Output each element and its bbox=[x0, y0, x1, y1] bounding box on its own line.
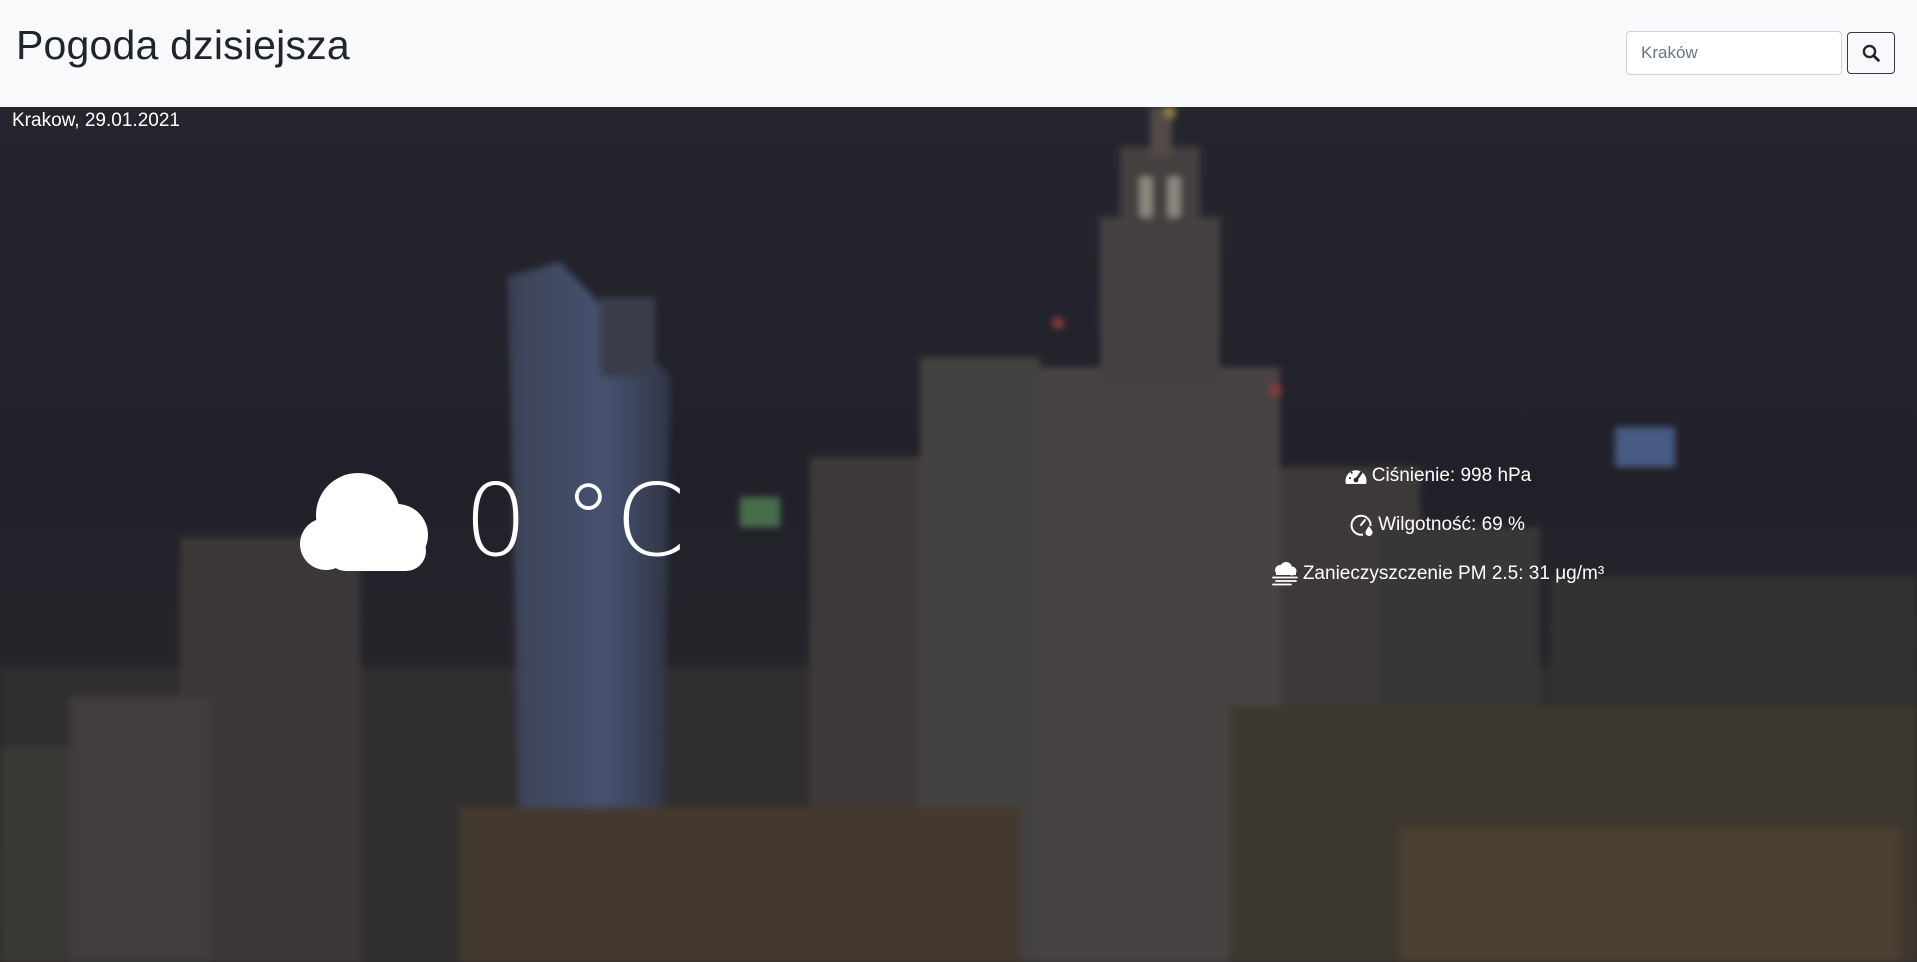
pressure-text: Ciśnienie: 998 hPa bbox=[1371, 465, 1532, 486]
page-title: Pogoda dzisiejsza bbox=[16, 22, 350, 68]
temperature-value: 0 °C bbox=[464, 462, 688, 579]
humidity-text: Wilgotność: 69 % bbox=[1378, 514, 1525, 535]
search-form bbox=[1626, 31, 1895, 75]
search-icon bbox=[1862, 44, 1880, 62]
navbar: Pogoda dzisiejsza bbox=[0, 0, 1917, 107]
search-input[interactable] bbox=[1626, 31, 1842, 75]
humidity-icon bbox=[1350, 513, 1374, 537]
pressure-stat: Ciśnienie: 998 hPa bbox=[1265, 459, 1610, 493]
pollution-text: Zanieczyszczenie PM 2.5: 31 μg/m³ bbox=[1302, 563, 1605, 584]
smog-icon bbox=[1271, 562, 1299, 586]
weather-stats: Ciśnienie: 998 hPa Wilgotność: 69 % Zani… bbox=[1265, 459, 1610, 606]
cloud-icon bbox=[298, 471, 440, 571]
search-button[interactable] bbox=[1847, 32, 1895, 74]
location-date: Krakow, 29.01.2021 bbox=[12, 110, 180, 131]
dim-overlay bbox=[0, 107, 1917, 962]
weather-hero: Krakow, 29.01.2021 0 °C Ciśnienie: 998 h… bbox=[0, 107, 1917, 962]
gauge-icon bbox=[1344, 465, 1368, 487]
pollution-stat: Zanieczyszczenie PM 2.5: 31 μg/m³ bbox=[1265, 557, 1610, 591]
current-weather: 0 °C bbox=[298, 462, 687, 579]
humidity-stat: Wilgotność: 69 % bbox=[1265, 508, 1610, 542]
